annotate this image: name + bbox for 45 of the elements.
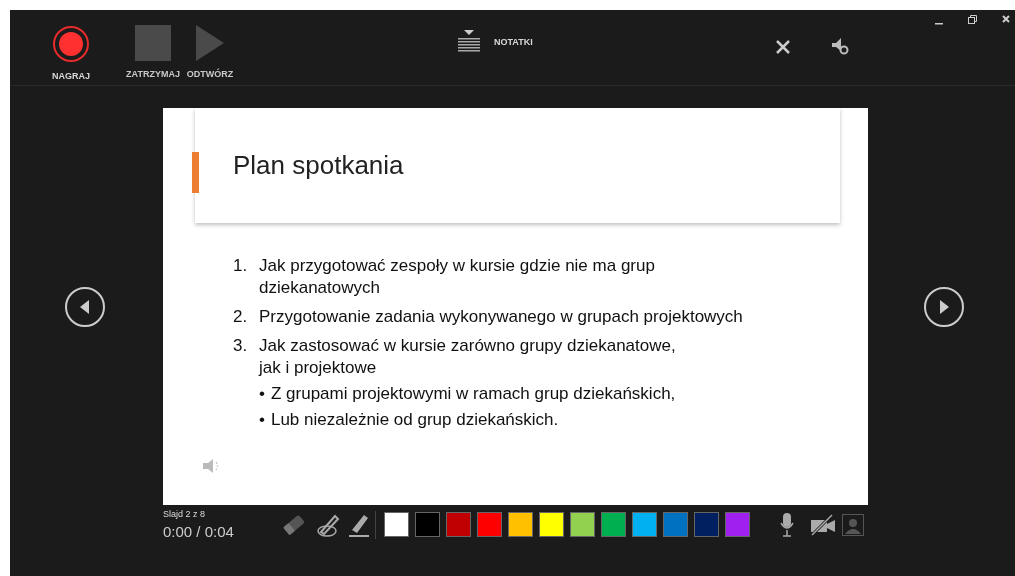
color-swatch[interactable] (446, 512, 471, 537)
color-swatch[interactable] (384, 512, 409, 537)
color-swatch[interactable] (539, 512, 564, 537)
restore-button[interactable] (968, 15, 977, 24)
color-swatch[interactable] (508, 512, 533, 537)
color-swatch[interactable] (694, 512, 719, 537)
color-swatch[interactable] (415, 512, 440, 537)
next-slide-button[interactable] (924, 286, 964, 327)
color-swatch[interactable] (601, 512, 626, 537)
microphone-icon[interactable] (780, 512, 794, 537)
bullet: • (259, 383, 265, 405)
audio-settings-button[interactable] (832, 38, 850, 56)
record-button[interactable]: NAGRAJ (48, 25, 94, 81)
close-button[interactable] (775, 39, 791, 55)
color-swatch[interactable] (477, 512, 502, 537)
camera-off-icon[interactable] (810, 513, 836, 536)
sub-item-text: Z grupami projektowymi w ramach grup dziekańskich, (270, 383, 676, 405)
right-arrow-icon (938, 299, 950, 314)
color-swatch[interactable] (725, 512, 750, 537)
slide-title: Plan spotkania (233, 150, 404, 181)
previous-slide-button[interactable] (65, 286, 105, 327)
bullet: • (259, 409, 265, 431)
stop-icon (135, 25, 171, 61)
color-swatch[interactable] (663, 512, 688, 537)
accent-bar (192, 152, 199, 193)
color-swatch[interactable] (632, 512, 657, 537)
list-number: 1. (233, 255, 249, 277)
list-item-text: dziekanatowych (259, 277, 381, 299)
left-arrow-icon (79, 299, 91, 314)
notes-icon (458, 30, 480, 54)
list-item-text: Jak zastosować w kursie zarówno grupy dziekanatowe, (259, 335, 676, 357)
list-item-text: Przygotowanie zadania wykonywanego w grupach projektowych (259, 306, 743, 328)
window-close-button[interactable] (1002, 15, 1010, 23)
color-swatch[interactable] (570, 512, 595, 537)
slide-counter: Slajd 2 z 8 (163, 509, 207, 519)
play-icon (196, 25, 224, 61)
list-item-text: jak i projektowe (259, 357, 378, 379)
list-item-text: Jak przygotować zespoły w kursie gdzie nie ma grup (259, 255, 655, 277)
recording-time: 0:00 / 0:04 (163, 523, 235, 540)
speaker-icon (203, 458, 221, 474)
sub-item-text: Lub niezależnie od grup dziekańskich. (270, 409, 559, 431)
notes-button[interactable]: NOTATKI (458, 30, 533, 54)
list-number: 3. (233, 335, 249, 357)
list-number: 2. (233, 306, 249, 328)
record-icon (52, 25, 90, 63)
